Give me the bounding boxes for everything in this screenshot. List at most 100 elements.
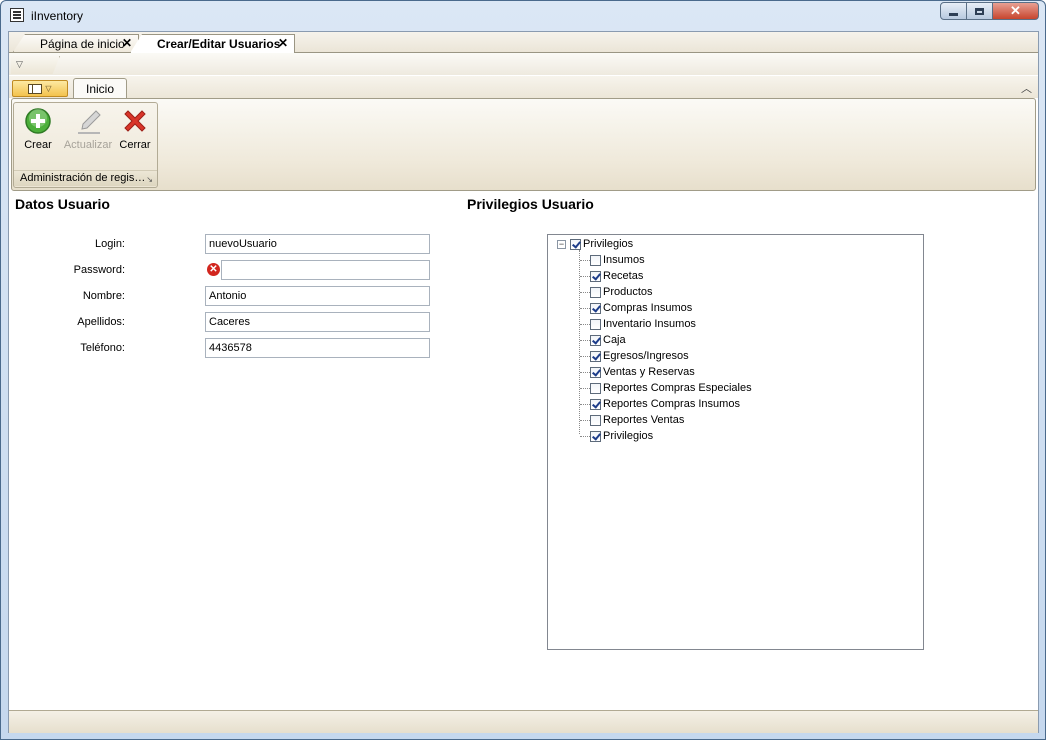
privilege-checkbox[interactable] bbox=[590, 334, 601, 346]
apellidos-label: Apellidos: bbox=[77, 316, 125, 328]
quick-access-menu-button[interactable]: ▽ bbox=[11, 56, 60, 74]
title-bar[interactable]: iInventory ✕ bbox=[1, 1, 1045, 31]
tree-item-label: Inventario Insumos bbox=[603, 318, 696, 330]
edit-pencil-icon bbox=[74, 107, 102, 135]
tree-item[interactable]: Productos bbox=[590, 284, 653, 300]
tree-connector bbox=[580, 420, 590, 421]
ribbon-panel: Crear Actualizar Cerrar Administración d… bbox=[11, 98, 1036, 191]
collapse-ribbon-icon[interactable]: ︿ bbox=[1021, 80, 1032, 96]
login-label: Login: bbox=[95, 238, 125, 250]
dialog-launcher-icon[interactable]: ↘ bbox=[146, 172, 153, 187]
privilege-checkbox[interactable] bbox=[590, 414, 601, 426]
tree-connector bbox=[580, 356, 590, 357]
error-icon: ✕ bbox=[207, 263, 220, 276]
tree-connector bbox=[580, 324, 590, 325]
tree-connector bbox=[580, 388, 590, 389]
window-controls: ✕ bbox=[940, 2, 1039, 21]
minimize-button[interactable] bbox=[940, 2, 967, 20]
tree-item-label: Privilegios bbox=[583, 238, 634, 250]
maximize-icon bbox=[975, 7, 984, 15]
add-icon bbox=[24, 107, 52, 135]
tree-connector bbox=[580, 404, 590, 405]
tree-root-item[interactable]: Privilegios bbox=[570, 236, 633, 252]
privilege-checkbox[interactable] bbox=[590, 254, 601, 266]
tree-connector bbox=[580, 372, 590, 373]
privilegios-usuario-title: Privilegios Usuario bbox=[467, 196, 594, 212]
document-icon bbox=[28, 83, 43, 94]
privilege-checkbox[interactable] bbox=[590, 350, 601, 362]
close-x-icon bbox=[121, 107, 149, 135]
crear-label: Crear bbox=[24, 139, 52, 151]
privilege-checkbox[interactable] bbox=[590, 366, 601, 378]
tree-item-label: Compras Insumos bbox=[603, 302, 693, 314]
chevron-down-icon: ▽ bbox=[45, 84, 52, 93]
tree-item-label: Recetas bbox=[603, 270, 644, 282]
password-field[interactable] bbox=[221, 260, 430, 280]
tree-item-label: Productos bbox=[603, 286, 653, 298]
document-tabs: Página de inicio ✕ Crear/Editar Usuarios… bbox=[9, 32, 1038, 53]
privilege-checkbox[interactable] bbox=[590, 382, 601, 394]
cerrar-label: Cerrar bbox=[119, 139, 151, 151]
tree-item-label: Privilegios bbox=[603, 430, 654, 442]
crear-button[interactable]: Crear bbox=[16, 107, 60, 159]
privilege-checkbox[interactable] bbox=[590, 398, 601, 410]
privileges-tree[interactable]: − Privilegios Insumos Recetas Productos Com… bbox=[547, 234, 924, 650]
nombre-field[interactable] bbox=[205, 286, 430, 306]
tree-connector bbox=[580, 260, 590, 261]
tab-pagina-inicio[interactable]: Página de inicio ✕ bbox=[13, 34, 139, 52]
tree-item-label: Reportes Ventas bbox=[603, 414, 685, 426]
app-icon[interactable] bbox=[10, 8, 24, 22]
tree-item[interactable]: Insumos bbox=[590, 252, 645, 268]
telefono-field[interactable] bbox=[205, 338, 430, 358]
privilege-checkbox[interactable] bbox=[590, 430, 601, 442]
tree-item-label: Egresos/Ingresos bbox=[603, 350, 689, 362]
privilege-checkbox[interactable] bbox=[590, 318, 601, 330]
tree-item[interactable]: Caja bbox=[590, 332, 626, 348]
tree-item-label: Caja bbox=[603, 334, 626, 346]
application-menu-button[interactable]: ▽ bbox=[12, 80, 68, 97]
quick-access-toolbar: ▽ bbox=[9, 53, 1038, 75]
tree-connector bbox=[580, 292, 590, 293]
tree-connector bbox=[580, 436, 590, 437]
tree-item[interactable]: Compras Insumos bbox=[590, 300, 692, 316]
privilege-checkbox[interactable] bbox=[590, 286, 601, 298]
status-bar bbox=[9, 710, 1038, 733]
chevron-down-icon: ▽ bbox=[16, 59, 23, 69]
tree-item[interactable]: Recetas bbox=[590, 268, 643, 284]
privilege-checkbox[interactable] bbox=[590, 270, 601, 282]
tree-item[interactable]: Reportes Compras Especiales bbox=[590, 380, 752, 396]
tab-close-icon[interactable]: ✕ bbox=[278, 36, 288, 50]
window-title: iInventory bbox=[31, 9, 84, 23]
tree-item[interactable]: Reportes Ventas bbox=[590, 412, 684, 428]
tree-item-label: Ventas y Reservas bbox=[603, 366, 695, 378]
tree-item[interactable]: Inventario Insumos bbox=[590, 316, 696, 332]
tree-connector bbox=[580, 340, 590, 341]
ribbon-group-administracion: Crear Actualizar Cerrar Administración d… bbox=[13, 102, 158, 188]
tab-crear-editar-usuarios[interactable]: Crear/Editar Usuarios ✕ bbox=[130, 34, 295, 53]
tree-item[interactable]: Ventas y Reservas bbox=[590, 364, 695, 380]
login-field[interactable] bbox=[205, 234, 430, 254]
privilege-checkbox[interactable] bbox=[590, 302, 601, 314]
collapse-node-icon[interactable]: − bbox=[557, 240, 566, 249]
nombre-label: Nombre: bbox=[82, 290, 125, 302]
tree-item[interactable]: Reportes Compras Insumos bbox=[590, 396, 740, 412]
tab-inicio[interactable]: Inicio bbox=[73, 78, 127, 99]
datos-usuario-title: Datos Usuario bbox=[15, 196, 110, 212]
password-label: Password: bbox=[73, 264, 125, 276]
app-window: iInventory ✕ Página de inicio ✕ Crear/Ed… bbox=[0, 0, 1046, 740]
tab-close-icon[interactable]: ✕ bbox=[122, 36, 132, 50]
root-checkbox[interactable] bbox=[570, 238, 581, 250]
cerrar-button[interactable]: Cerrar bbox=[113, 107, 157, 159]
actualizar-label: Actualizar bbox=[63, 139, 113, 151]
ribbon-group-label: Administración de regis… ↘ bbox=[14, 170, 157, 186]
tree-item-label: Reportes Compras Especiales bbox=[603, 382, 752, 394]
tree-item[interactable]: Privilegios bbox=[590, 428, 653, 444]
apellidos-field[interactable] bbox=[205, 312, 430, 332]
tree-connector bbox=[580, 308, 590, 309]
tree-item-label: Reportes Compras Insumos bbox=[603, 398, 740, 410]
ribbon-tab-strip: ▽ Inicio ︿ bbox=[9, 76, 1038, 99]
tree-item[interactable]: Egresos/Ingresos bbox=[590, 348, 689, 364]
actualizar-button[interactable]: Actualizar bbox=[63, 107, 113, 159]
maximize-button[interactable] bbox=[967, 2, 993, 20]
close-window-button[interactable]: ✕ bbox=[993, 2, 1039, 20]
